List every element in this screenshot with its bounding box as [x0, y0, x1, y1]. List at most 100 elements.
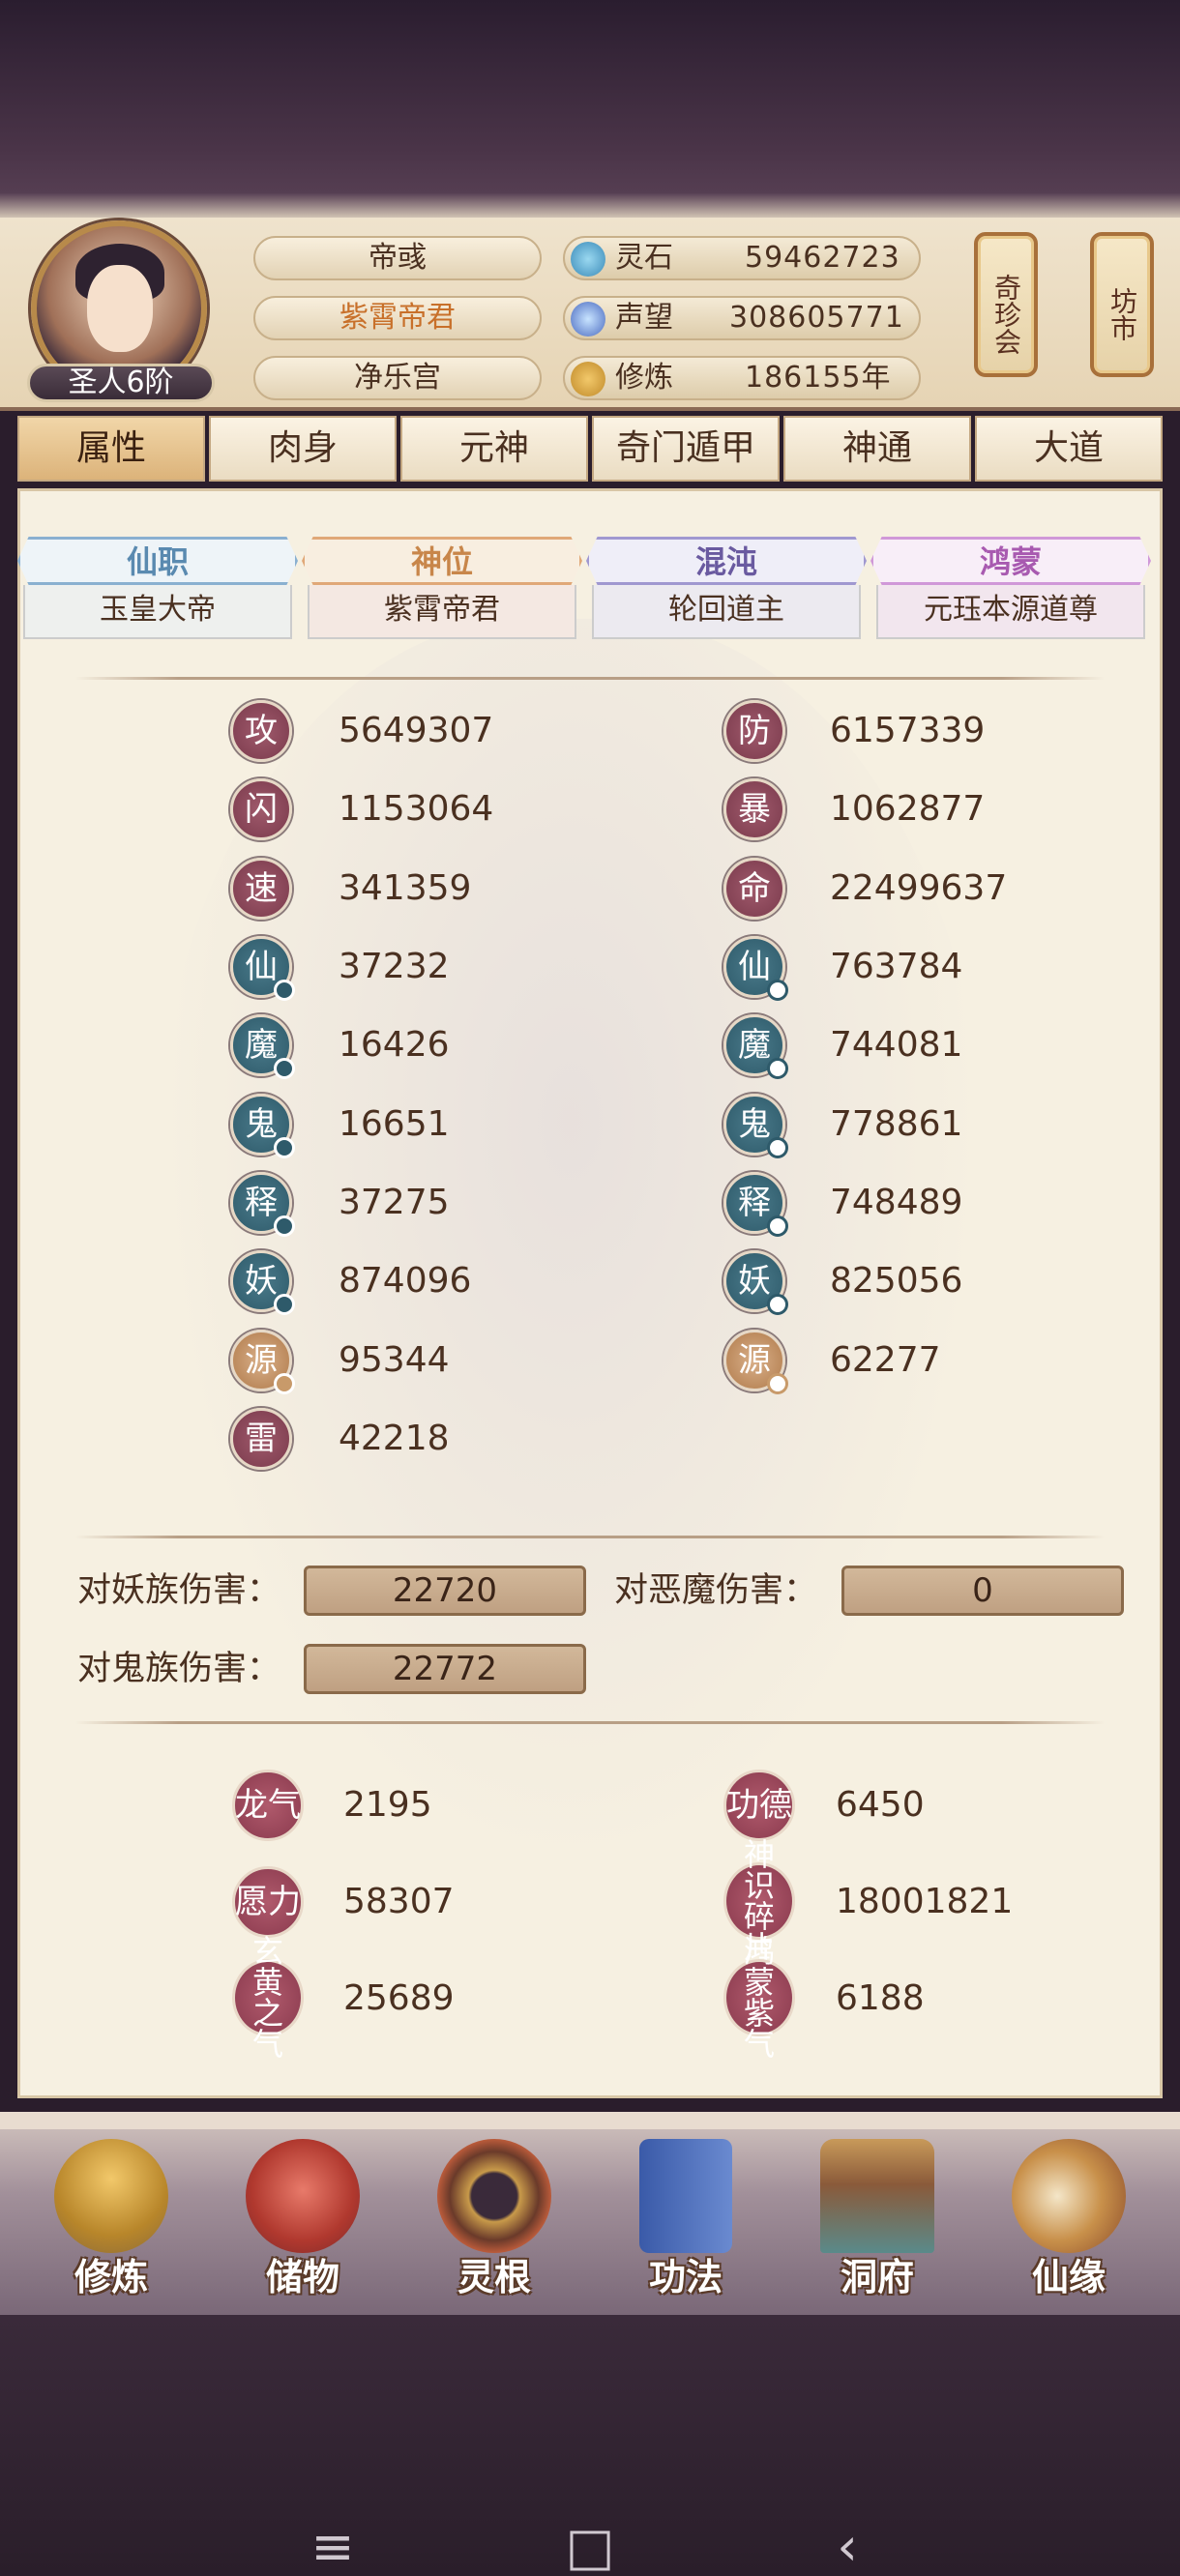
category-tabs: 属性 肉身 元神 奇门遁甲 神通 大道 [17, 416, 1163, 485]
nav-cave-dwelling[interactable]: 洞府 [795, 2122, 959, 2315]
rank-header: 混沌 [586, 537, 867, 585]
hp-value: 22499637 [830, 868, 1008, 908]
nav-label: 灵根 [457, 2256, 531, 2298]
stat-marker-icon [274, 980, 295, 1001]
stat-marker-icon [274, 1058, 295, 1079]
wish-power-value: 58307 [343, 1882, 455, 1921]
section-divider [75, 1721, 1105, 1724]
tab-spirit[interactable]: 元神 [400, 416, 588, 482]
nav-immortal-fate[interactable]: 仙缘 [987, 2122, 1151, 2315]
back-button[interactable]: ‹ [809, 2518, 886, 2576]
stat-char: 魔 [738, 1026, 771, 1065]
crit-stat-icon: 暴 [723, 778, 785, 840]
ghost-damage-label: 对鬼族伤害： [77, 1650, 281, 1688]
stat-char: 释 [245, 1184, 278, 1222]
yao-defense-value: 825056 [830, 1261, 963, 1301]
resource-reputation[interactable]: 声望 308605771 [563, 296, 921, 340]
stat-char: 源 [738, 1341, 771, 1380]
rank-divine-position: 神位 紫霄帝君 [302, 537, 582, 639]
stat-char: 仙 [245, 948, 278, 986]
nav-storage[interactable]: 储物 [221, 2122, 385, 2315]
tab-attributes[interactable]: 属性 [17, 416, 205, 482]
stat-marker-icon [767, 1215, 788, 1237]
nav-technique[interactable]: 功法 [604, 2122, 768, 2315]
stat-marker-icon [274, 1294, 295, 1315]
storage-bag-icon [246, 2139, 360, 2253]
ghost-attack-stat-icon: 鬼 [230, 1094, 295, 1158]
cultivate-icon [54, 2139, 168, 2253]
yao-damage-label: 对妖族伤害： [77, 1571, 281, 1610]
rank-value: 紫霄帝君 [308, 585, 576, 639]
yao-attack-stat-icon: 妖 [230, 1250, 295, 1315]
nav-label: 修炼 [74, 2256, 148, 2298]
rank-header: 鸿蒙 [870, 537, 1151, 585]
menu-button[interactable]: ≡ [294, 2518, 371, 2576]
rank-chaos: 混沌 轮回道主 [586, 537, 867, 639]
buddha-attack-value: 37275 [339, 1183, 450, 1222]
section-divider [75, 677, 1105, 680]
demon-attack-value: 16426 [339, 1025, 450, 1065]
immortal-defense-value: 763784 [830, 947, 963, 986]
demon-damage-value: 0 [841, 1566, 1124, 1616]
soul-fragment-value: 18001821 [836, 1882, 1014, 1921]
rank-header: 神位 [302, 537, 582, 585]
buddha-defense-value: 748489 [830, 1183, 963, 1222]
nav-spirit-root[interactable]: 灵根 [412, 2122, 576, 2315]
treasure-fair-button[interactable]: 奇珍会 [974, 232, 1038, 377]
demon-attack-stat-icon: 魔 [230, 1014, 295, 1079]
nav-cultivate[interactable]: 修炼 [29, 2122, 193, 2315]
ghost-defense-value: 778861 [830, 1104, 963, 1144]
defense-stat-icon: 防 [723, 700, 785, 762]
immortal-attack-stat-icon: 仙 [230, 936, 295, 1001]
spirit-root-icon [437, 2139, 551, 2253]
buddha-defense-stat-icon: 释 [723, 1172, 788, 1237]
immortal-attack-value: 37232 [339, 947, 450, 986]
stat-char: 鬼 [738, 1105, 771, 1144]
rank-immortal-office: 仙职 玉皇大帝 [17, 537, 298, 639]
ghost-damage-value: 22772 [304, 1644, 586, 1694]
resource-cultivation[interactable]: 修炼 186155年 [563, 356, 921, 400]
stat-char: 鬼 [245, 1105, 278, 1144]
stat-char: 仙 [738, 948, 771, 986]
rank-value: 轮回道主 [592, 585, 861, 639]
stat-char: 妖 [738, 1262, 771, 1301]
rank-value: 玉皇大帝 [23, 585, 292, 639]
section-divider [75, 1536, 1105, 1538]
yao-damage-value: 22720 [304, 1566, 586, 1616]
tab-body[interactable]: 肉身 [209, 416, 397, 482]
dodge-value: 1153064 [339, 789, 494, 829]
nav-label: 储物 [265, 2256, 339, 2298]
nav-label: 功法 [648, 2256, 723, 2298]
tab-qimen[interactable]: 奇门遁甲 [592, 416, 780, 482]
demon-defense-stat-icon: 魔 [723, 1014, 788, 1079]
home-button[interactable]: □ [551, 2518, 629, 2576]
spirit-stone-icon [571, 242, 605, 277]
tab-divine-power[interactable]: 神通 [783, 416, 971, 482]
resource-spirit-stone[interactable]: 灵石 59462723 [563, 236, 921, 280]
defense-value: 6157339 [830, 711, 986, 750]
player-title: 紫霄帝君 [253, 296, 542, 340]
market-button[interactable]: 坊市 [1090, 232, 1154, 377]
stat-char: 源 [245, 1341, 278, 1380]
thunder-stat-icon: 雷 [230, 1408, 292, 1470]
hongmeng-purple-qi-value: 6188 [836, 1978, 925, 2018]
demon-defense-value: 744081 [830, 1025, 963, 1065]
immortal-fate-icon [1012, 2139, 1126, 2253]
dodge-stat-icon: 闪 [230, 778, 292, 840]
dragon-qi-icon: 龙气 [232, 1770, 304, 1841]
speed-stat-icon: 速 [230, 858, 292, 920]
rank-header: 仙职 [17, 537, 298, 585]
stat-marker-icon [767, 1373, 788, 1394]
nav-label: 洞府 [840, 2256, 914, 2298]
nav-label: 仙缘 [1031, 2256, 1106, 2298]
yao-defense-stat-icon: 妖 [723, 1250, 788, 1315]
origin-defense-stat-icon: 源 [723, 1330, 788, 1394]
immortal-defense-stat-icon: 仙 [723, 936, 788, 1001]
soul-fragment-icon: 神识碎片 [723, 1839, 795, 1963]
crit-value: 1062877 [830, 789, 986, 829]
tab-great-dao[interactable]: 大道 [975, 416, 1163, 482]
attack-stat-icon: 攻 [230, 700, 292, 762]
stat-char: 妖 [245, 1262, 278, 1301]
hongmeng-purple-qi-icon: 鸿蒙紫气 [723, 1936, 795, 2060]
resource-value: 59462723 [745, 241, 900, 275]
